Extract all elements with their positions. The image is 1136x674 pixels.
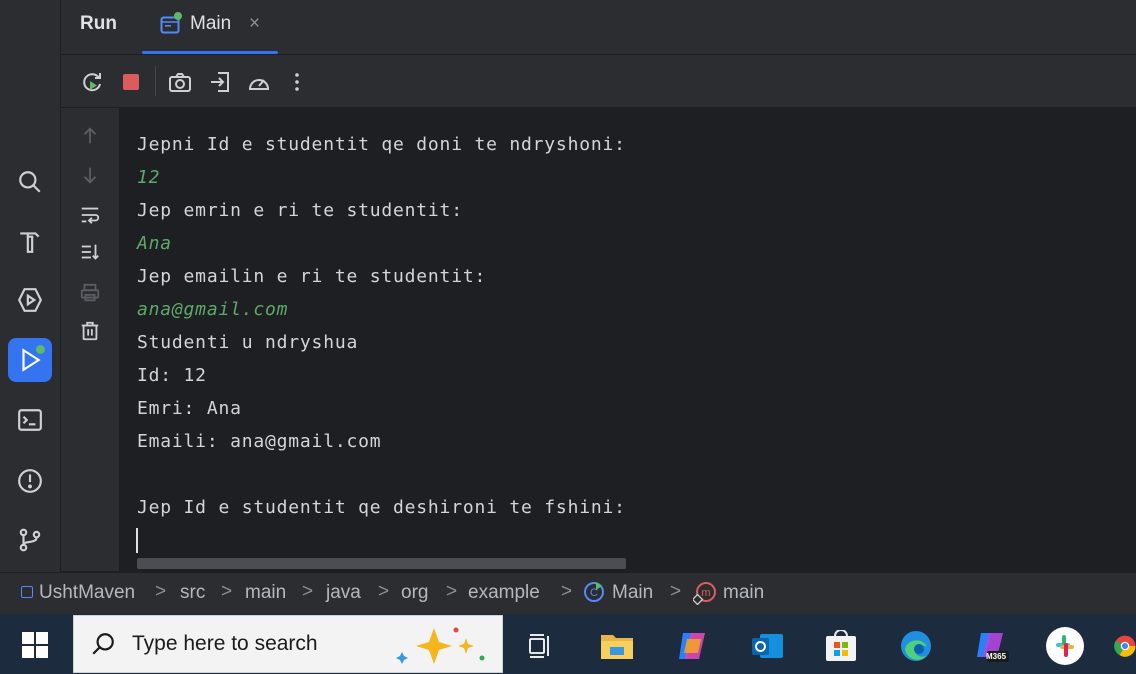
run-class-icon: C xyxy=(583,581,605,608)
breadcrumb-separator: > xyxy=(670,581,682,602)
console-line: Studenti u ndryshua xyxy=(137,332,359,353)
search-icon[interactable] xyxy=(8,160,52,204)
copilot-icon[interactable] xyxy=(670,624,714,668)
console-line: Jep emailin e ri te studentit: xyxy=(137,266,487,287)
arrow-up-icon[interactable] xyxy=(78,124,102,148)
restore-layout-icon[interactable] xyxy=(207,68,235,96)
run-title: Run xyxy=(80,13,117,34)
profiler-gauge-icon[interactable] xyxy=(245,68,273,96)
microsoft-store-icon[interactable] xyxy=(819,624,863,668)
breadcrumb-separator: > xyxy=(302,581,314,602)
close-icon[interactable]: × xyxy=(249,13,260,35)
toolbar-divider xyxy=(155,66,156,96)
breadcrumb-item-org[interactable]: org xyxy=(401,582,428,604)
console-line: Emri: Ana xyxy=(137,398,242,419)
soft-wrap-icon[interactable] xyxy=(78,203,102,227)
breadcrumb-separator: > xyxy=(561,581,573,602)
search-icon xyxy=(90,631,116,662)
module-icon xyxy=(21,586,33,598)
services-icon[interactable] xyxy=(8,278,52,322)
breadcrumb-item-project[interactable]: UshtMaven xyxy=(39,582,135,604)
console-line: Emaili: ana@gmail.com xyxy=(137,431,382,452)
text-caret xyxy=(136,528,138,553)
m365-icon[interactable]: M365 xyxy=(969,624,1013,668)
console-line-input: ana@gmail.com xyxy=(137,299,289,320)
running-indicator-dot xyxy=(36,345,45,354)
more-options-icon[interactable] xyxy=(283,68,311,96)
breadcrumb-separator: > xyxy=(446,581,458,602)
console-line: Jepni Id e studentit qe doni te ndryshon… xyxy=(137,134,626,155)
scroll-to-end-icon[interactable] xyxy=(78,240,102,264)
windows-start-icon[interactable] xyxy=(22,632,48,658)
active-tab-underline xyxy=(142,51,278,54)
console-line: Id: 12 xyxy=(137,365,207,386)
outlook-icon[interactable] xyxy=(745,624,789,668)
breadcrumb-item-method[interactable]: main xyxy=(723,582,764,604)
tab-main[interactable]: Main × xyxy=(142,0,278,54)
arrow-down-icon[interactable] xyxy=(78,163,102,187)
breadcrumb-separator: > xyxy=(378,581,390,602)
breadcrumb-separator: > xyxy=(221,581,233,602)
file-explorer-icon[interactable] xyxy=(595,624,639,668)
search-placeholder: Type here to search xyxy=(132,632,318,655)
git-branch-icon[interactable] xyxy=(8,518,52,562)
build-hammer-icon[interactable] xyxy=(8,219,52,263)
m365-badge: M365 xyxy=(986,652,1007,661)
tab-main-label: Main xyxy=(190,13,232,34)
svg-text:m: m xyxy=(701,587,710,599)
console-line: Jep emrin e ri te studentit: xyxy=(137,200,463,221)
slack-icon[interactable] xyxy=(1043,624,1087,668)
breadcrumb-item-java[interactable]: java xyxy=(326,582,361,604)
scrollbar-thumb[interactable] xyxy=(137,558,626,569)
screenshot-camera-icon[interactable] xyxy=(166,68,194,96)
print-icon[interactable] xyxy=(78,281,102,305)
breadcrumb-item-class[interactable]: Main xyxy=(612,582,653,604)
clear-trash-icon[interactable] xyxy=(78,319,102,343)
breadcrumb-item-src[interactable]: src xyxy=(180,582,205,604)
stop-icon[interactable] xyxy=(117,68,145,96)
console-line-input: Ana xyxy=(137,233,172,254)
breadcrumb-separator: > xyxy=(155,581,167,602)
method-icon: m xyxy=(691,581,717,610)
java-class-icon xyxy=(160,12,182,40)
console-line: Jep Id e studentit qe deshironi te fshin… xyxy=(137,497,626,518)
edge-icon[interactable] xyxy=(894,624,938,668)
search-highlight-sparkle-icon xyxy=(396,624,488,673)
rerun-icon[interactable] xyxy=(78,68,106,96)
left-tool-strip xyxy=(0,0,61,572)
breadcrumb-item-example[interactable]: example xyxy=(468,582,540,604)
chrome-icon[interactable] xyxy=(1114,624,1136,668)
run-tool-window-icon[interactable] xyxy=(8,338,52,382)
terminal-icon[interactable] xyxy=(8,398,52,442)
task-view-icon[interactable] xyxy=(518,624,562,668)
console-line-input: 12 xyxy=(137,167,161,188)
problems-icon[interactable] xyxy=(8,459,52,503)
taskbar-search-box[interactable]: Type here to search xyxy=(73,615,503,673)
breadcrumb-item-main-dir[interactable]: main xyxy=(245,582,286,604)
